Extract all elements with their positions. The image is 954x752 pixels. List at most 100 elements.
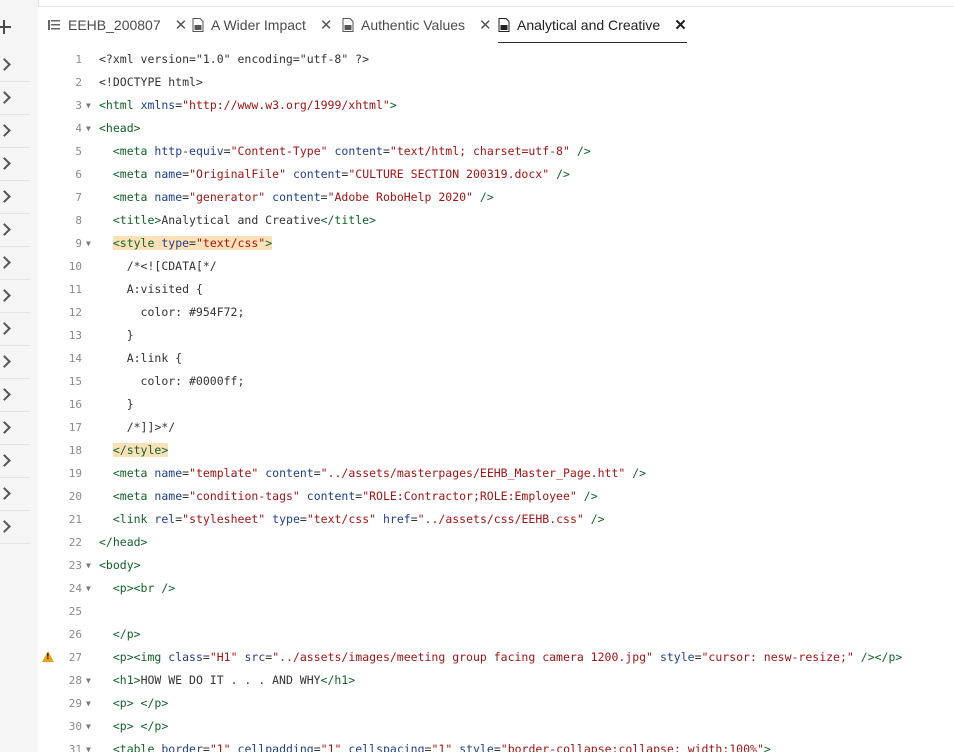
add-button[interactable] (0, 6, 38, 42)
text: } (126, 397, 134, 411)
fold-arrow-icon[interactable]: ▼ (86, 577, 91, 600)
fold-arrow-icon[interactable]: ▼ (86, 692, 91, 715)
chevron-right-icon (0, 454, 11, 467)
code-text: <body> (99, 554, 141, 577)
tab-a-wider-impact[interactable]: A Wider Impact ✕ (192, 7, 333, 43)
fold-arrow-icon[interactable]: ▼ (86, 94, 91, 117)
code-text: /*<![CDATA[*/ (99, 255, 217, 278)
string: "CULTURE SECTION 200319.docx" (348, 167, 550, 181)
tag: </p> (112, 627, 141, 641)
text: color: #954F72; (140, 305, 245, 319)
tab-analytical-and-creative[interactable]: Analytical and Creative ✕ (498, 7, 687, 44)
string: "1" (209, 742, 231, 752)
fold-arrow-icon[interactable]: ▼ (86, 232, 91, 255)
code-editor[interactable]: 1 <?xml version="1.0" encoding="utf-8" ?… (38, 43, 954, 752)
attr: http-equiv (154, 144, 224, 158)
rail-expand-item[interactable] (0, 412, 30, 445)
line-number: 13 (68, 329, 82, 342)
line-number: 10 (68, 260, 82, 273)
rail-expand-item[interactable] (0, 379, 30, 412)
rail-expand-item[interactable] (0, 49, 30, 82)
code-line: 2 <!DOCTYPE html> (38, 71, 954, 94)
tag: <body> (99, 558, 141, 572)
code-text: <!DOCTYPE html> (99, 71, 203, 94)
code-text: <link rel="stylesheet" type="text/css" h… (99, 508, 605, 531)
code-text: <html xmlns="http://www.w3.org/1999/xhtm… (99, 94, 397, 117)
code-line: 13 } (38, 324, 954, 347)
close-icon[interactable]: ✕ (674, 18, 687, 33)
tag: <meta (112, 489, 148, 503)
code-line: 25 (38, 600, 954, 623)
code-text: <p><img class="H1" src="../assets/images… (99, 646, 902, 669)
code-text: } (99, 393, 134, 416)
close-icon[interactable]: ✕ (175, 18, 188, 33)
fold-arrow-icon[interactable]: ▼ (86, 669, 91, 692)
code-text: <meta name="template" content="../assets… (99, 462, 646, 485)
attr: class (168, 650, 203, 664)
code-line: 12 color: #954F72; (38, 301, 954, 324)
code-text: </style> (99, 439, 169, 462)
line-number: 31 (68, 743, 82, 752)
tag: <html (99, 98, 134, 112)
code-line: 5 <meta http-equiv="Content-Type" conten… (38, 140, 954, 163)
tag: <p> </p> (112, 696, 169, 710)
rail-expand-item[interactable] (0, 247, 30, 280)
line-number: 19 (68, 467, 82, 480)
line-number: 8 (75, 214, 82, 227)
string: "condition-tags" (189, 489, 300, 503)
chevron-right-icon (0, 256, 11, 269)
fold-arrow-icon[interactable]: ▼ (86, 715, 91, 738)
close-icon[interactable]: ✕ (479, 18, 492, 33)
attr: border (161, 742, 203, 752)
code-text: </p> (99, 623, 141, 646)
code-text: <meta name="generator" content="Adobe Ro… (99, 186, 494, 209)
text: /*]]>*/ (126, 420, 176, 434)
tag: <meta (112, 144, 148, 158)
close-icon[interactable]: ✕ (320, 18, 333, 33)
rail-expand-item[interactable] (0, 511, 30, 544)
rail-expand-item[interactable] (0, 280, 30, 313)
tab-authentic-values[interactable]: Authentic Values ✕ (342, 7, 492, 43)
eq: = (299, 512, 307, 526)
fold-arrow-icon[interactable]: ▼ (86, 738, 91, 752)
string: "OriginalFile" (189, 167, 286, 181)
rail-expand-item[interactable] (0, 82, 30, 115)
code-line: 29 ▼ <p> </p> (38, 692, 954, 715)
rail-expand-item[interactable] (0, 115, 30, 148)
rail-expand-item[interactable] (0, 313, 30, 346)
code-line: 26 </p> (38, 623, 954, 646)
line-number: 25 (68, 605, 82, 618)
list-icon (48, 20, 60, 30)
line-number: 2 (75, 76, 82, 89)
attr: content (292, 167, 342, 181)
code-line: 6 <meta name="OriginalFile" content="CUL… (38, 163, 954, 186)
rail-expand-item[interactable] (0, 445, 30, 478)
rail-expand-item[interactable] (0, 346, 30, 379)
fold-arrow-icon[interactable]: ▼ (86, 117, 91, 140)
chevron-right-icon (0, 190, 11, 203)
code-line: 22 </head> (38, 531, 954, 554)
rail-expand-item[interactable] (0, 214, 30, 247)
rail-expand-item[interactable] (0, 478, 30, 511)
code-line: 15 color: #0000ff; (38, 370, 954, 393)
line-number: 6 (75, 168, 82, 181)
attr: href (383, 512, 411, 526)
text: HOW WE DO IT . . . AND WHY (140, 673, 321, 687)
tag: <link (112, 512, 148, 526)
matched-tag-highlight: <style type="text/css"> (112, 236, 273, 250)
rail-expand-item[interactable] (0, 148, 30, 181)
code-line: 14 A:link { (38, 347, 954, 370)
code-line: 23 ▼ <body> (38, 554, 954, 577)
tab-label: A Wider Impact (211, 17, 306, 33)
fold-arrow-icon[interactable]: ▼ (86, 554, 91, 577)
tab-eehb-200807[interactable]: EEHB_200807 ✕ (48, 7, 187, 43)
code-text: <?xml version="1.0" encoding="utf-8" ?> (99, 48, 369, 71)
tag: <p> </p> (112, 719, 169, 733)
code-text: <meta name="OriginalFile" content="CULTU… (99, 163, 570, 186)
chevron-right-icon (0, 289, 11, 302)
xml-declaration: <?xml version="1.0" encoding="utf-8" ?> (99, 52, 370, 66)
string: "text/html; charset=utf-8" (389, 144, 570, 158)
tag: /> (479, 190, 494, 204)
rail-expand-item[interactable] (0, 181, 30, 214)
tag: /> (632, 466, 647, 480)
